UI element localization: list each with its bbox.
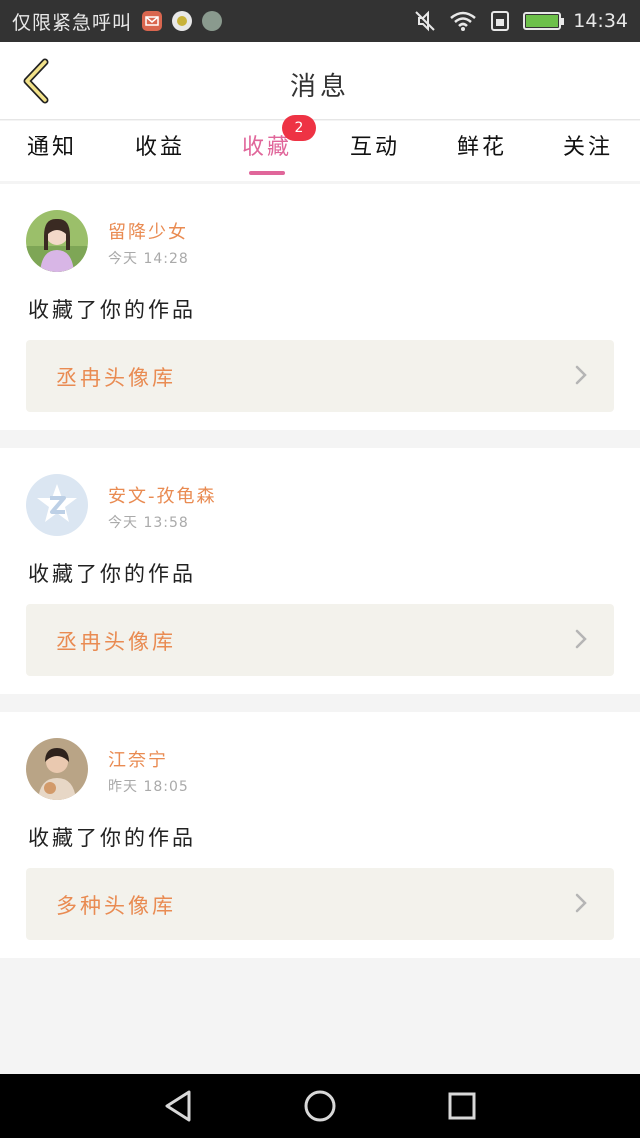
user-name[interactable]: 留降少女	[108, 218, 188, 244]
tab-flowers[interactable]: 鲜花	[432, 121, 532, 181]
message-action: 收藏了你的作品	[28, 826, 196, 850]
carrier-text: 仅限紧急呼叫	[12, 11, 133, 34]
unread-badge: 2	[282, 115, 316, 141]
active-tab-indicator	[249, 171, 285, 175]
tab-bar: 通知 收益 收藏 2 互动 鲜花 关注	[0, 115, 640, 181]
tab-follow[interactable]: 关注	[538, 121, 638, 181]
chat-app-icon	[172, 11, 193, 31]
battery-icon	[523, 12, 565, 30]
wifi-icon	[449, 10, 477, 32]
mute-icon	[413, 9, 437, 33]
tab-favorites[interactable]: 收藏 2	[217, 115, 317, 181]
tab-label: 收益	[134, 135, 185, 160]
album-link[interactable]: 丞冉头像库	[26, 604, 614, 676]
nav-back-button[interactable]	[160, 1088, 196, 1124]
user-name[interactable]: 安文-孜龟森	[108, 482, 217, 508]
avatar[interactable]	[26, 210, 88, 272]
tab-interaction[interactable]: 互动	[325, 121, 425, 181]
chevron-right-icon	[575, 893, 587, 913]
user-name[interactable]: 江奈宁	[108, 746, 168, 772]
round-app-icon	[202, 11, 223, 31]
sim-icon	[489, 10, 511, 32]
album-name: 丞冉头像库	[56, 630, 176, 654]
message-time: 昨天 18:05	[108, 779, 189, 795]
message-action: 收藏了你的作品	[28, 562, 196, 586]
message-time: 今天 13:58	[108, 515, 189, 531]
square-recents-icon	[448, 1092, 476, 1120]
mail-app-icon	[142, 11, 163, 31]
album-link[interactable]: 丞冉头像库	[26, 340, 614, 412]
app-header: 消息	[0, 42, 640, 120]
system-nav-bar	[0, 1074, 640, 1138]
message-action: 收藏了你的作品	[28, 298, 196, 322]
chevron-right-icon	[575, 365, 587, 385]
message-card: 安文-孜龟森 今天 13:58 收藏了你的作品 丞冉头像库	[0, 448, 640, 694]
tab-income[interactable]: 收益	[110, 121, 210, 181]
nav-home-button[interactable]	[302, 1088, 338, 1124]
album-link[interactable]: 多种头像库	[26, 868, 614, 940]
tab-label: 鲜花	[456, 135, 507, 160]
message-card: 江奈宁 昨天 18:05 收藏了你的作品 多种头像库	[0, 712, 640, 958]
tab-label: 关注	[562, 135, 613, 160]
clock: 14:34	[573, 10, 628, 32]
triangle-back-icon	[165, 1090, 191, 1122]
tab-label: 通知	[26, 135, 77, 160]
message-time: 今天 14:28	[108, 251, 189, 267]
circle-home-icon	[304, 1090, 336, 1122]
tab-label: 互动	[349, 135, 400, 160]
album-name: 丞冉头像库	[56, 366, 176, 390]
album-name: 多种头像库	[56, 894, 176, 918]
tab-label: 收藏	[241, 135, 292, 160]
avatar[interactable]	[26, 738, 88, 800]
status-bar: 仅限紧急呼叫 14:34	[0, 0, 640, 42]
message-card: 留降少女 今天 14:28 收藏了你的作品 丞冉头像库	[0, 184, 640, 430]
page-title: 消息	[289, 72, 350, 102]
avatar[interactable]	[26, 474, 88, 536]
chevron-right-icon	[575, 629, 587, 649]
nav-recents-button[interactable]	[444, 1088, 480, 1124]
tab-notice[interactable]: 通知	[2, 121, 102, 181]
